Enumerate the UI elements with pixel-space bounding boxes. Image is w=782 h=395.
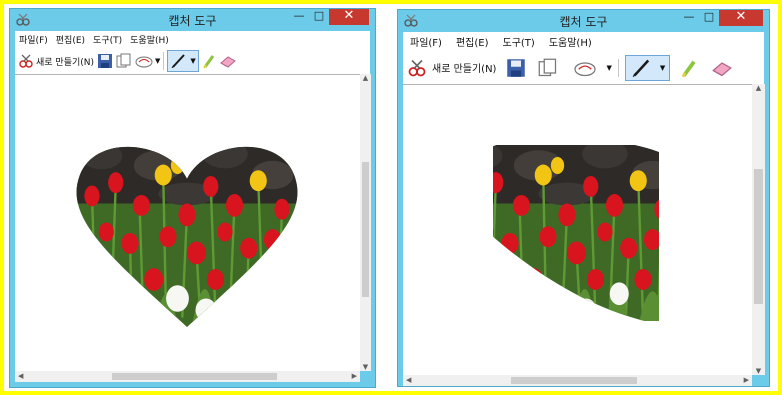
new-snip-button[interactable]: 새로 만들기(N): [18, 53, 94, 69]
new-snip-icon: [19, 54, 33, 68]
save-button[interactable]: [506, 58, 526, 78]
new-snip-button[interactable]: 새로 만들기(N): [406, 58, 496, 78]
new-snip-icon: [408, 59, 426, 76]
eraser-button[interactable]: [219, 53, 237, 69]
save-icon: [507, 58, 526, 77]
copy-button[interactable]: [538, 58, 558, 78]
toolbar: 새로 만들기(N) ▼ ▼: [15, 48, 370, 74]
pen-dropdown-arrow[interactable]: ▼: [190, 57, 195, 65]
scroll-right-arrow[interactable]: ▶: [744, 375, 749, 386]
pen-icon: [632, 59, 650, 77]
menu-file[interactable]: 파일(F): [403, 34, 449, 49]
send-button[interactable]: ▼: [135, 53, 160, 69]
maximize-button[interactable]: □: [699, 10, 719, 26]
menu-edit[interactable]: 편집(E): [449, 34, 496, 49]
highlighter-button[interactable]: [680, 58, 698, 78]
menu-tools[interactable]: 도구(T): [89, 33, 126, 46]
send-dropdown-arrow[interactable]: ▼: [155, 57, 160, 65]
pen-button[interactable]: ▼: [624, 54, 671, 81]
scroll-left-arrow[interactable]: ◀: [406, 375, 411, 386]
new-snip-label: 새로 만들기(N): [36, 57, 95, 68]
horizontal-scrollbar[interactable]: ◀ ▶: [403, 375, 752, 386]
new-snip-label: 새로 만들기(N): [432, 64, 497, 75]
toolbar: 새로 만들기(N) ▼ ▼: [403, 51, 764, 84]
horizontal-scrollbar[interactable]: ◀ ▶: [15, 371, 360, 382]
eraser-button[interactable]: [710, 58, 734, 78]
close-button[interactable]: ✕: [719, 10, 763, 26]
vertical-scroll-thumb[interactable]: [362, 162, 369, 297]
menu-bar: 파일(F) 편집(E) 도구(T) 도움말(H): [403, 32, 764, 51]
eraser-icon: [712, 61, 733, 76]
title-bar[interactable]: 캡처 도구 — □ ✕: [398, 10, 769, 32]
highlighter-icon: [202, 55, 215, 69]
close-button[interactable]: ✕: [329, 9, 369, 25]
scroll-up-arrow[interactable]: ▲: [752, 84, 765, 92]
menu-file[interactable]: 파일(F): [15, 33, 52, 46]
minimize-button[interactable]: —: [289, 9, 309, 25]
highlighter-button[interactable]: [202, 53, 216, 69]
send-icon: [135, 56, 153, 68]
menu-help[interactable]: 도움말(H): [126, 33, 173, 46]
eraser-icon: [219, 56, 236, 68]
scroll-down-arrow[interactable]: ▼: [752, 367, 765, 375]
send-dropdown-arrow[interactable]: ▼: [606, 64, 611, 72]
scroll-up-arrow[interactable]: ▲: [360, 74, 371, 82]
menu-tools[interactable]: 도구(T): [496, 34, 542, 49]
pen-dropdown-arrow[interactable]: ▼: [660, 64, 665, 72]
snip-canvas: [15, 74, 360, 372]
pen-icon: [172, 54, 186, 69]
half-heart-shaped-tulip-snip: [493, 145, 659, 321]
menu-bar: 파일(F) 편집(E) 도구(T) 도움말(H): [15, 31, 370, 48]
scroll-down-arrow[interactable]: ▼: [360, 363, 371, 371]
send-icon: [574, 61, 597, 76]
vertical-scroll-thumb[interactable]: [754, 169, 763, 304]
horizontal-scroll-thumb[interactable]: [511, 377, 637, 384]
save-button[interactable]: [97, 53, 113, 69]
save-icon: [98, 54, 113, 68]
copy-button[interactable]: [116, 53, 132, 69]
menu-edit[interactable]: 편집(E): [52, 33, 89, 46]
highlighter-icon: [681, 60, 696, 77]
snipping-tool-window-left: 캡처 도구 — □ ✕ 파일(F) 편집(E) 도구(T) 도움말(H) 새로 …: [9, 8, 376, 388]
toolbar-separator: [163, 52, 165, 70]
snipping-tool-window-right: 캡처 도구 — □ ✕ 파일(F) 편집(E) 도구(T) 도움말(H) 새로 …: [397, 9, 770, 387]
minimize-button[interactable]: —: [679, 10, 699, 26]
title-bar[interactable]: 캡처 도구 — □ ✕: [10, 9, 375, 31]
vertical-scrollbar[interactable]: ▲ ▼: [360, 74, 371, 371]
scroll-left-arrow[interactable]: ◀: [18, 371, 23, 382]
vertical-scrollbar[interactable]: ▲ ▼: [752, 84, 765, 375]
send-button[interactable]: ▼: [572, 58, 612, 78]
scroll-right-arrow[interactable]: ▶: [352, 371, 357, 382]
menu-help[interactable]: 도움말(H): [542, 34, 599, 49]
heart-shaped-tulip-snip: [76, 146, 298, 327]
snip-canvas: [403, 84, 752, 376]
maximize-button[interactable]: □: [309, 9, 329, 25]
copy-icon: [539, 58, 557, 76]
pen-button[interactable]: ▼: [167, 50, 199, 72]
copy-icon: [116, 53, 131, 68]
horizontal-scroll-thumb[interactable]: [112, 373, 277, 380]
toolbar-separator: [617, 58, 619, 77]
